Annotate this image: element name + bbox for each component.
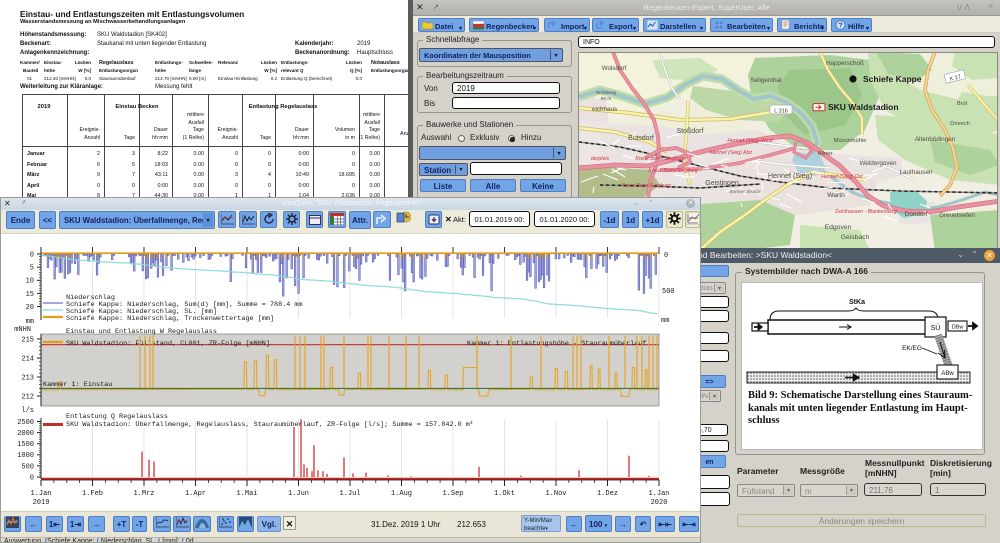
svg-text:1.Okt: 1.Okt: [494, 490, 515, 498]
svg-text:1.Mrz: 1.Mrz: [133, 490, 154, 498]
svg-text:500: 500: [21, 463, 34, 471]
svg-text:SKU Waldstadion: Überfallmenge: SKU Waldstadion: Überfallmenge, Regelaus…: [66, 420, 473, 430]
svg-text:Dahlhausen - Blankenberg: Dahlhausen - Blankenberg: [835, 209, 897, 215]
svg-text:214: 214: [21, 355, 34, 363]
svg-text:Happerschoß: Happerschoß: [826, 60, 864, 67]
svg-text:Stoßdorf: Stoßdorf: [677, 128, 704, 135]
svg-text:2000: 2000: [17, 430, 34, 438]
svg-text:0: 0: [30, 251, 34, 259]
svg-text:20: 20: [26, 304, 34, 312]
svg-text:Warth: Warth: [827, 192, 845, 199]
svg-text:Hennef (Sieg) Abz: Hennef (Sieg) Abz: [710, 150, 753, 156]
svg-text:ABw: ABw: [941, 371, 954, 377]
svg-text:1.Jan: 1.Jan: [30, 490, 51, 498]
svg-text:Wolsberg: Wolsberg: [596, 90, 617, 96]
svg-text:96 m: 96 m: [601, 96, 612, 102]
svg-text:Allner: Allner: [818, 151, 833, 157]
svg-text:10: 10: [26, 278, 34, 286]
svg-text:2019: 2019: [33, 499, 50, 507]
svg-text:1.Apr: 1.Apr: [185, 490, 206, 498]
svg-text:Hennef (Sieg) West: Hennef (Sieg) West: [727, 138, 773, 144]
svg-text:Kammer 1: Entlastungshöhe - St: Kammer 1: Entlastungshöhe - Stauraumüber…: [467, 340, 646, 348]
svg-text:215: 215: [21, 336, 34, 344]
svg-text:Schiefe Kappe: Niederschlag, T: Schiefe Kappe: Niederschlag, Trockenwett…: [66, 315, 274, 323]
svg-text:Kreuz Bonn/Siegburg: Kreuz Bonn/Siegburg: [635, 156, 684, 162]
svg-text:5: 5: [30, 265, 34, 273]
svg-text:Greuelsiefen: Greuelsiefen: [939, 212, 975, 219]
svg-text:SKU Waldstadion: SKU Waldstadion: [828, 102, 899, 112]
svg-text:500: 500: [662, 288, 675, 296]
svg-text:Edgoven: Edgoven: [825, 224, 852, 231]
svg-text:Schiefe Kappe: Schiefe Kappe: [863, 74, 922, 84]
svg-text:Buisdorf: Buisdorf: [628, 135, 654, 142]
svg-text:Hennef (Sieg) Ost: Hennef (Sieg) Ost: [821, 174, 863, 180]
svg-text:1.Nov: 1.Nov: [545, 490, 566, 498]
svg-text:Altenbödingen: Altenbödingen: [915, 136, 956, 143]
svg-text:SÜ: SÜ: [931, 324, 941, 332]
svg-text:0: 0: [664, 252, 668, 260]
svg-text:Geisbach: Geisbach: [841, 234, 870, 241]
svg-text:L 316: L 316: [774, 109, 788, 115]
svg-text:Seligenthal: Seligenthal: [750, 77, 781, 84]
svg-text:1.Aug: 1.Aug: [391, 490, 412, 498]
svg-text:Kammer 1: Einstau: Kammer 1: Einstau: [43, 381, 112, 389]
svg-text:Lauthausen: Lauthausen: [900, 169, 933, 176]
svg-text:0: 0: [30, 474, 34, 482]
svg-text:212: 212: [21, 393, 34, 401]
svg-text:2500: 2500: [17, 419, 34, 427]
svg-text:EK/EG: EK/EG: [902, 345, 922, 352]
svg-text:Driesch: Driesch: [950, 121, 970, 127]
svg-text:derpleis: derpleis: [591, 156, 610, 162]
svg-text:1000: 1000: [17, 452, 34, 460]
svg-text:eichhaus: eichhaus: [592, 106, 617, 113]
svg-text:?: ?: [838, 23, 842, 30]
svg-text:1500: 1500: [17, 441, 34, 449]
svg-text:mNHN: mNHN: [14, 326, 31, 334]
svg-text:15: 15: [26, 291, 34, 299]
svg-text:Geistingen: Geistingen: [705, 180, 739, 187]
svg-text:StKa: StKa: [849, 299, 865, 306]
svg-text:mm: mm: [661, 317, 669, 325]
svg-text:1.Feb: 1.Feb: [82, 490, 103, 498]
svg-text:1.Sep: 1.Sep: [442, 490, 463, 498]
svg-text:Entlastung Q Regelauslass: Entlastung Q Regelauslass: [66, 413, 168, 421]
svg-text:l/s: l/s: [21, 407, 34, 415]
svg-text:Bonner Straße: Bonner Straße: [729, 189, 761, 195]
svg-text:1.Jul: 1.Jul: [339, 490, 360, 498]
svg-text:Weldergoven: Weldergoven: [860, 160, 897, 167]
svg-text:213: 213: [21, 374, 34, 382]
svg-text:Dondorf: Dondorf: [905, 211, 928, 218]
svg-text:SKU Waldstadion: Füllstand, CL: SKU Waldstadion: Füllstand, CL001, ZR-Fo…: [66, 340, 270, 348]
svg-text:1.Mai: 1.Mai: [236, 490, 257, 498]
svg-text:Kreuz Bonn/Siegburg: Kreuz Bonn/Siegburg: [621, 183, 670, 189]
svg-text:1.Jan: 1.Jan: [648, 490, 669, 498]
svg-text:Einstau und Entlastung W Regel: Einstau und Entlastung W Regelauslass: [66, 328, 217, 336]
svg-text:1.Jun: 1.Jun: [288, 490, 309, 498]
svg-text:Kreuz Bonn/Siegburg: Kreuz Bonn/Siegburg: [648, 168, 697, 174]
svg-text:2020: 2020: [651, 499, 668, 507]
svg-text:mm: mm: [26, 318, 34, 326]
svg-text:1.Dez: 1.Dez: [597, 490, 618, 498]
svg-text:Müschmühle: Müschmühle: [834, 138, 867, 144]
svg-text:Wolsdorf: Wolsdorf: [602, 65, 627, 72]
svg-text:Hennef (Sieg): Hennef (Sieg): [768, 171, 812, 180]
svg-text:Bröl: Bröl: [957, 101, 967, 107]
svg-text:DBw: DBw: [952, 325, 964, 331]
